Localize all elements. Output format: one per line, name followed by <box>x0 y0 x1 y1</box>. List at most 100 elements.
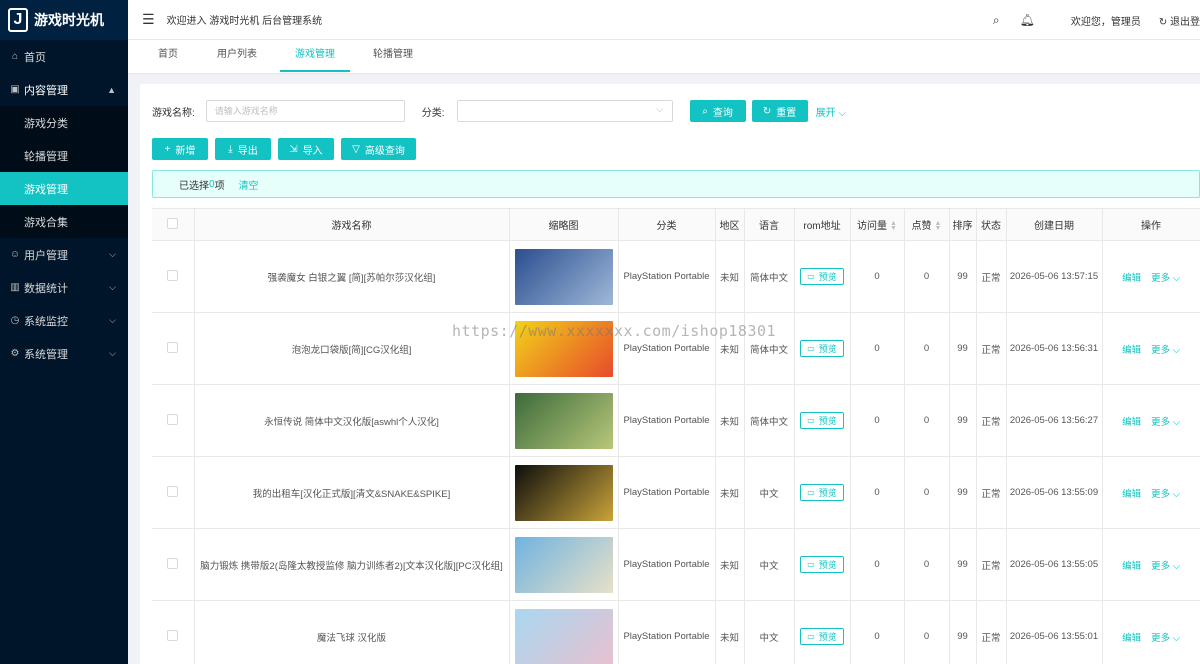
add-button[interactable]: + 新增 <box>152 138 208 160</box>
status-cell: 正常 <box>976 312 1007 385</box>
game-thumbnail[interactable] <box>514 536 613 593</box>
table-row: 泡泡龙口袋版[简][CG汉化组] PlayStation Portable 未知 简体… <box>152 312 1200 385</box>
sort-cell: 99 <box>949 600 977 664</box>
sidebar-subitem[interactable]: 游戏分类 <box>0 106 128 139</box>
tab-user-list[interactable]: 用户列表 <box>214 40 260 72</box>
import-button[interactable]: ⇲ 导入 <box>278 138 334 160</box>
logout-label: 退出登 <box>1170 16 1200 28</box>
sidebar-item-settings[interactable]: ⚙ 系统管理 ⌵ <box>0 337 128 370</box>
edit-link[interactable]: 编辑 <box>1122 273 1141 284</box>
content-icon: ▣ <box>10 84 20 95</box>
table-row: 脑力锻炼 携带版2(岛隆太教授监修 脑力训练者2)[文本汉化版][PC汉化组] P… <box>152 528 1200 601</box>
expand-link[interactable]: 展开 ⌵ <box>816 104 846 119</box>
logout-button[interactable]: ↻ 退出登 <box>1159 13 1200 28</box>
created-date-cell: 2026-05-06 13:55:01 <box>1006 600 1103 664</box>
more-dropdown[interactable]: 更多 ⌵ <box>1151 489 1180 500</box>
edit-link[interactable]: 编辑 <box>1122 489 1141 500</box>
sidebar-item-label: 系统管理 <box>24 348 68 361</box>
preview-button[interactable]: ▭ 预览 <box>800 484 844 501</box>
select-all-checkbox[interactable] <box>167 217 179 229</box>
chevron-down-icon: ⌵ <box>1172 416 1180 428</box>
sidebar-item-content[interactable]: ▣ 内容管理 ▲ <box>0 73 128 106</box>
chevron-down-icon: ⌵ <box>838 107 846 119</box>
rom-cell: ▭ 预览 <box>794 384 851 457</box>
edit-link[interactable]: 编辑 <box>1122 561 1141 572</box>
sidebar-item-monitor[interactable]: ◷ 系统监控 ⌵ <box>0 304 128 337</box>
preview-button[interactable]: ▭ 预览 <box>800 556 844 573</box>
export-button[interactable]: ⤓ 导出 <box>215 138 271 160</box>
thumbnail-cell <box>509 456 619 529</box>
game-thumbnail[interactable] <box>514 320 613 377</box>
row-checkbox[interactable] <box>167 341 179 353</box>
reset-button[interactable]: ↻ 重置 <box>751 100 808 122</box>
col-visits[interactable]: 访问量 ▲ ▼ <box>850 208 905 241</box>
thumbnail-cell <box>509 312 619 385</box>
preview-button[interactable]: ▭ 预览 <box>800 340 844 357</box>
bell-icon[interactable]: 🔔︎ <box>1020 13 1035 27</box>
chevron-down-icon: ⌵ <box>1172 560 1180 572</box>
game-thumbnail[interactable] <box>514 464 613 521</box>
game-thumbnail[interactable] <box>514 248 613 305</box>
more-dropdown[interactable]: 更多 ⌵ <box>1151 633 1180 644</box>
row-checkbox[interactable] <box>167 629 179 641</box>
app-logo[interactable]: J 游戏时光机 <box>0 0 128 40</box>
row-select-cell <box>152 384 195 457</box>
col-region: 地区 <box>715 208 745 241</box>
search-icon[interactable]: ⌕ <box>993 13 1000 28</box>
more-dropdown[interactable]: 更多 ⌵ <box>1151 273 1180 284</box>
tab-carousel-management[interactable]: 轮播管理 <box>370 40 416 72</box>
game-thumbnail[interactable] <box>514 392 613 449</box>
sidebar-item-user[interactable]: ☺ 用户管理 ⌵ <box>0 238 128 271</box>
category-cell: PlayStation Portable <box>618 312 716 385</box>
language-cell: 简体中文 <box>744 384 795 457</box>
advanced-query-button[interactable]: ▽ 高级查询 <box>341 138 416 160</box>
preview-button[interactable]: ▭ 预览 <box>800 268 844 285</box>
rom-cell: ▭ 预览 <box>794 312 851 385</box>
col-likes[interactable]: 点赞 ▲ ▼ <box>904 208 950 241</box>
select-all-cell <box>152 208 195 241</box>
sidebar-subitem[interactable]: 游戏合集 <box>0 205 128 238</box>
query-button[interactable]: ⌕ 查询 <box>689 100 746 122</box>
plus-icon: + <box>164 143 171 155</box>
tab-home[interactable]: 首页 <box>146 40 190 72</box>
clear-selection-link[interactable]: 清空 <box>239 177 259 192</box>
tab-game-management[interactable]: 游戏管理 <box>280 40 350 72</box>
category-select[interactable]: ⌵ <box>456 100 673 122</box>
rom-cell: ▭ 预览 <box>794 240 851 313</box>
row-checkbox[interactable] <box>167 485 179 497</box>
game-thumbnail[interactable] <box>514 608 613 664</box>
game-name-input[interactable]: 请输入游戏名称 <box>205 100 405 122</box>
visits-cell: 0 <box>850 312 905 385</box>
more-dropdown[interactable]: 更多 ⌵ <box>1151 417 1180 428</box>
created-date-cell: 2026-05-06 13:56:31 <box>1006 312 1103 385</box>
system-welcome-text: 欢迎进入 游戏时光机 后台管理系统 <box>166 16 323 27</box>
rom-cell: ▭ 预览 <box>794 456 851 529</box>
row-select-cell <box>152 312 195 385</box>
row-select-cell <box>152 528 195 601</box>
category-cell: PlayStation Portable <box>618 456 716 529</box>
search-icon: ⌕ <box>702 105 708 117</box>
sidebar-item-chart[interactable]: ▥ 数据统计 ⌵ <box>0 271 128 304</box>
sidebar-item-home[interactable]: ⌂ 首页 <box>0 40 128 73</box>
user-welcome: 欢迎您，管理员 <box>1070 16 1141 28</box>
row-checkbox[interactable] <box>167 269 179 281</box>
menu-toggle-icon[interactable]: ☰ <box>142 11 155 28</box>
top-header: ☰ 欢迎进入 游戏时光机 后台管理系统 ⌕ 🔔︎ 欢迎您，管理员 ↻ 退出登 <box>128 0 1200 40</box>
preview-label: 预览 <box>818 632 837 642</box>
preview-button[interactable]: ▭ 预览 <box>800 412 844 429</box>
edit-link[interactable]: 编辑 <box>1122 345 1141 356</box>
edit-link[interactable]: 编辑 <box>1122 633 1141 644</box>
col-status: 状态 <box>976 208 1007 241</box>
row-checkbox[interactable] <box>167 557 179 569</box>
row-select-cell <box>152 456 195 529</box>
more-dropdown[interactable]: 更多 ⌵ <box>1151 561 1180 572</box>
more-dropdown[interactable]: 更多 ⌵ <box>1151 345 1180 356</box>
visits-cell: 0 <box>850 240 905 313</box>
region-cell: 未知 <box>715 384 745 457</box>
sidebar-subitem[interactable]: 游戏管理 <box>0 172 128 205</box>
preview-button[interactable]: ▭ 预览 <box>800 628 844 645</box>
monitor-icon: ▭ <box>807 416 815 425</box>
edit-link[interactable]: 编辑 <box>1122 417 1141 428</box>
row-checkbox[interactable] <box>167 413 179 425</box>
sidebar-subitem[interactable]: 轮播管理 <box>0 139 128 172</box>
